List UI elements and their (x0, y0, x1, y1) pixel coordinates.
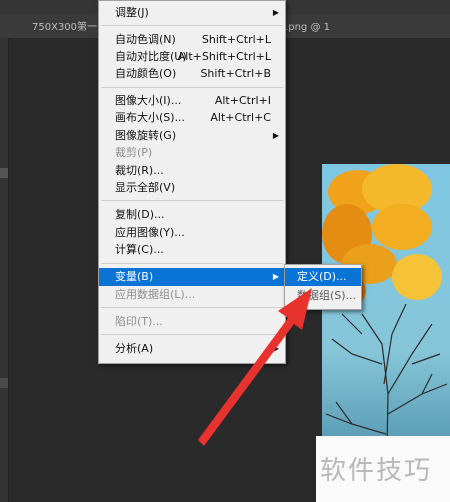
red-pointer-arrow-icon (198, 288, 312, 446)
